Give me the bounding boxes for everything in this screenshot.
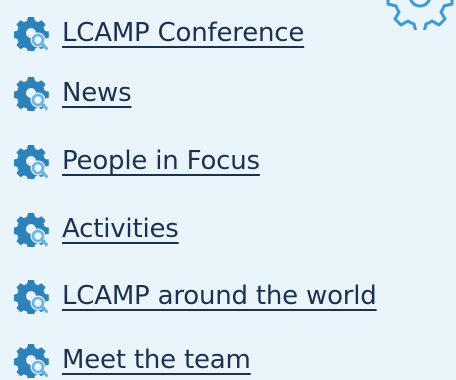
nav-link-news[interactable]: News xyxy=(62,77,132,109)
gear-magnifier-icon xyxy=(14,211,50,247)
gear-magnifier-icon xyxy=(14,143,50,179)
gear-magnifier-icon xyxy=(14,342,50,378)
nav-item-lcamp-around-the-world[interactable]: LCAMP around the world xyxy=(14,276,377,316)
nav-item-news[interactable]: News xyxy=(14,73,132,113)
gear-magnifier-icon xyxy=(14,15,50,51)
nav-link-lcamp-around-the-world[interactable]: LCAMP around the world xyxy=(62,280,377,312)
nav-link-people-in-focus[interactable]: People in Focus xyxy=(62,145,260,177)
gear-magnifier-icon xyxy=(14,75,50,111)
gear-magnifier-icon xyxy=(14,278,50,314)
nav-item-activities[interactable]: Activities xyxy=(14,209,179,249)
nav-link-activities[interactable]: Activities xyxy=(62,213,179,245)
nav-link-meet-the-team[interactable]: Meet the team xyxy=(62,344,251,376)
nav-link-lcamp-conference[interactable]: LCAMP Conference xyxy=(62,17,304,49)
nav-item-people-in-focus[interactable]: People in Focus xyxy=(14,141,260,181)
nav-item-meet-the-team[interactable]: Meet the team xyxy=(14,340,251,380)
gear-outline-icon xyxy=(386,0,454,30)
nav-item-lcamp-conference[interactable]: LCAMP Conference xyxy=(14,13,304,53)
